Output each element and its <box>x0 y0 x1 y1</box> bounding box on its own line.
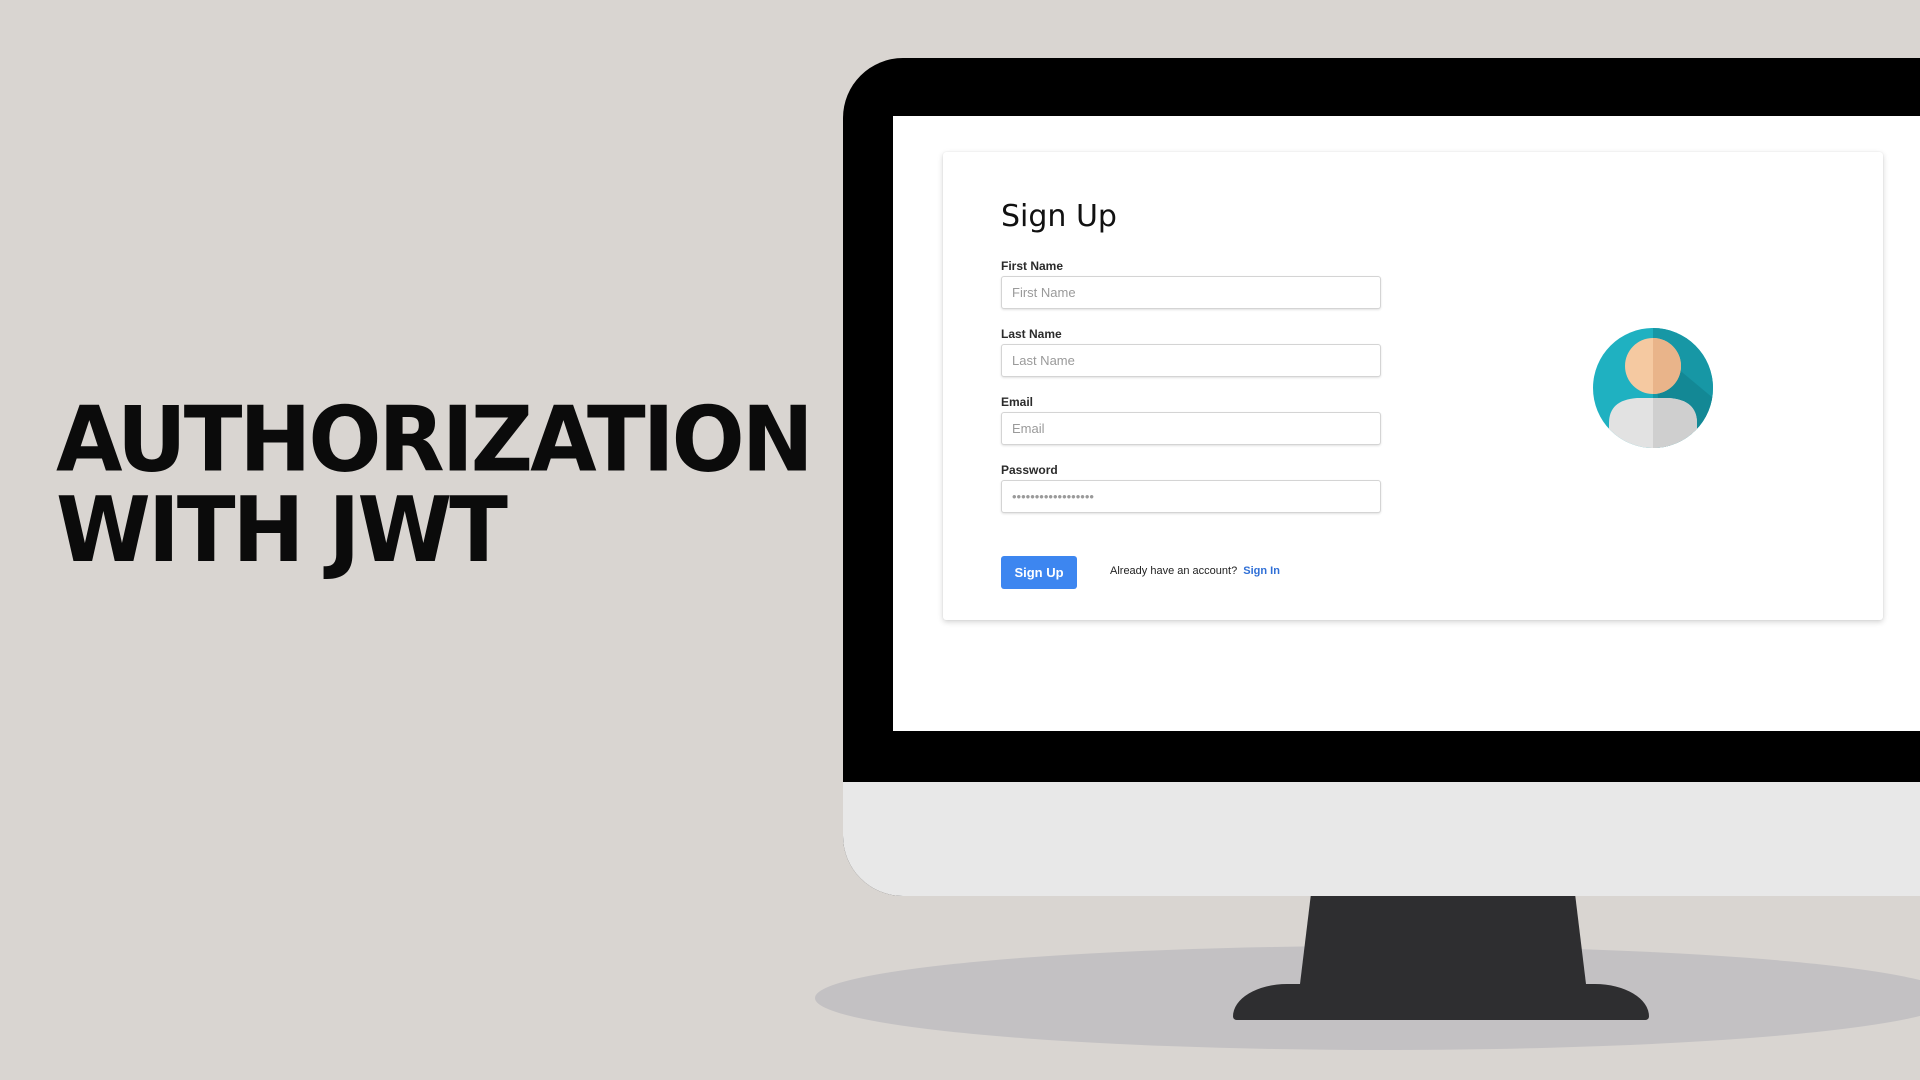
signin-link[interactable]: Sign In <box>1243 565 1280 577</box>
user-avatar-icon <box>1593 328 1713 448</box>
password-label: Password <box>1001 463 1058 477</box>
signup-title: Sign Up <box>1001 199 1117 234</box>
email-input[interactable] <box>1001 412 1381 445</box>
signup-button[interactable]: Sign Up <box>1001 556 1077 589</box>
last-name-label: Last Name <box>1001 327 1062 341</box>
headline-line-1: AUTHORIZATION <box>56 387 814 493</box>
monitor-stand-neck <box>1300 890 1586 984</box>
signup-card: Sign Up First Name Last Name Email Passw… <box>943 152 1883 620</box>
last-name-input[interactable] <box>1001 344 1381 377</box>
first-name-input[interactable] <box>1001 276 1381 309</box>
signin-prompt-row: Already have an account? Sign In <box>1110 565 1280 577</box>
password-input[interactable] <box>1001 480 1381 513</box>
monitor-chin <box>843 782 1920 896</box>
monitor-screen: Sign Up First Name Last Name Email Passw… <box>893 116 1920 731</box>
first-name-label: First Name <box>1001 259 1064 273</box>
signin-prompt: Already have an account? <box>1110 565 1238 577</box>
monitor-stand-foot <box>1233 984 1649 1020</box>
headline-line-2: WITH JWT <box>56 477 508 583</box>
monitor: Sign Up First Name Last Name Email Passw… <box>843 58 1920 896</box>
headline: AUTHORIZATION WITH JWT <box>56 387 814 583</box>
email-label: Email <box>1001 395 1034 409</box>
